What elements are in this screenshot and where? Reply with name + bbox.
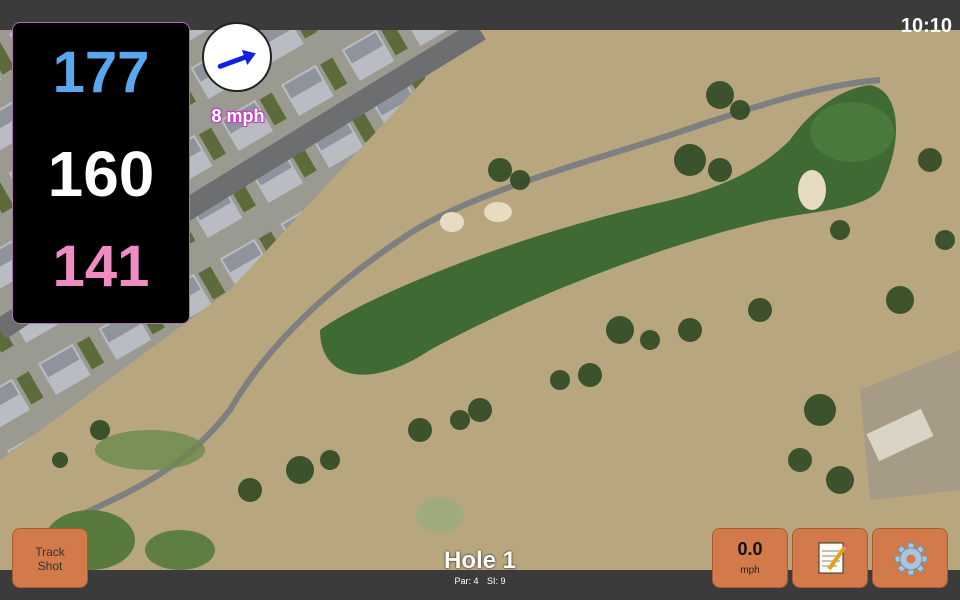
speed-button[interactable]: 0.0 mph [712,528,788,588]
hole-par: Par: 4 [454,576,479,586]
hole-stroke-index: SI: 9 [487,576,506,586]
track-shot-label: Track Shot [35,545,65,573]
speed-value: 0.0 [737,539,763,559]
gear-icon [894,542,928,576]
wind-speed-label: 8 mph [211,106,265,126]
settings-button[interactable] [872,528,948,588]
speed-unit: mph [740,565,760,576]
hole-details: Par: 4 SI: 9 [380,576,580,587]
wind-indicator[interactable] [202,22,272,92]
hole-title: Hole 1 [443,547,517,574]
notepad-icon [818,542,849,574]
wind-arrow-icon [217,49,256,69]
notes-button[interactable] [792,528,868,588]
center-distance: 160 [47,138,155,210]
back-distance: 177 [52,40,150,105]
track-shot-button[interactable]: Track Shot [12,528,88,588]
clock-time: 10:10 [900,15,952,37]
distance-panel: 177 160 141 [12,22,190,324]
front-distance: 141 [52,234,150,299]
